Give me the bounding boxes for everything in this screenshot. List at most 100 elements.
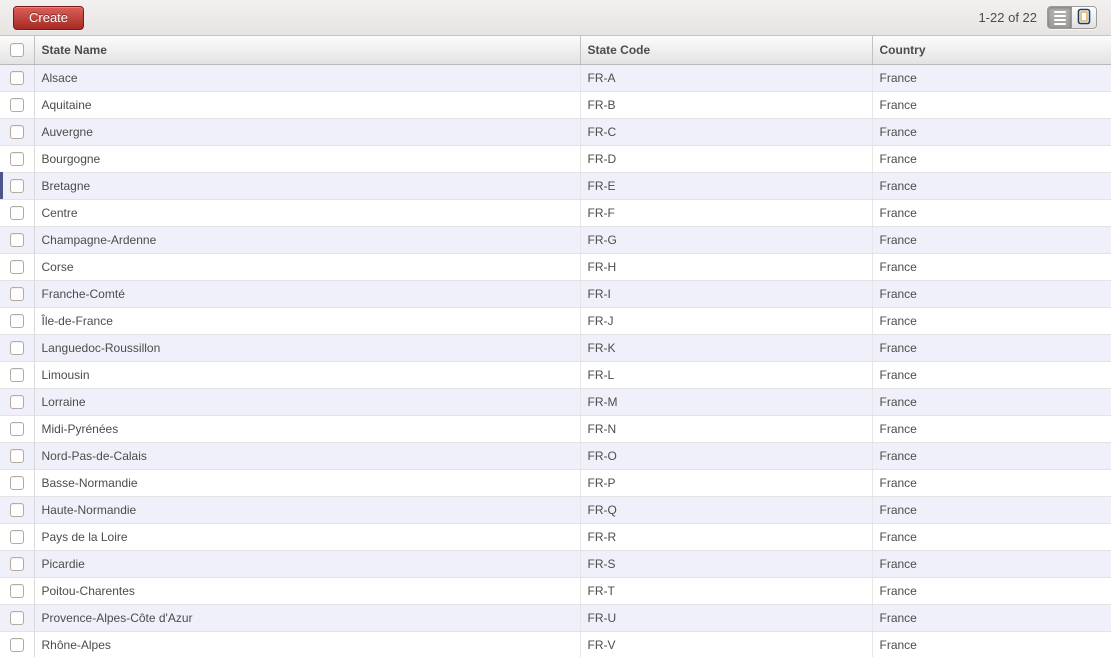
cell-country[interactable]: France <box>871 226 1111 254</box>
cell-state-code[interactable]: FR-P <box>579 469 872 497</box>
cell-state-code[interactable]: FR-U <box>579 604 872 632</box>
cell-country[interactable]: France <box>871 469 1111 497</box>
cell-state-name[interactable]: Alsace <box>33 64 580 92</box>
row-checkbox[interactable] <box>9 151 24 166</box>
cell-state-name[interactable]: Bourgogne <box>33 145 580 173</box>
column-header-country[interactable]: Country <box>871 36 1111 65</box>
cell-state-code[interactable]: FR-L <box>579 361 872 389</box>
cell-state-name[interactable]: Corse <box>33 253 580 281</box>
table-row[interactable]: Bretagne FR-E France <box>0 172 1111 200</box>
cell-state-code[interactable]: FR-R <box>579 523 872 551</box>
row-checkbox[interactable] <box>9 394 24 409</box>
row-checkbox[interactable] <box>9 475 24 490</box>
row-checkbox[interactable] <box>9 70 24 85</box>
row-checkbox[interactable] <box>9 205 24 220</box>
table-row[interactable]: Champagne-Ardenne FR-G France <box>0 226 1111 254</box>
cell-state-name[interactable]: Pays de la Loire <box>33 523 580 551</box>
table-row[interactable]: Pays de la Loire FR-R France <box>0 523 1111 551</box>
table-row[interactable]: Alsace FR-A France <box>0 64 1111 92</box>
cell-state-code[interactable]: FR-J <box>579 307 872 335</box>
cell-country[interactable]: France <box>871 307 1111 335</box>
cell-state-code[interactable]: FR-Q <box>579 496 872 524</box>
cell-state-code[interactable]: FR-V <box>579 631 872 657</box>
row-checkbox[interactable] <box>9 637 24 652</box>
row-checkbox[interactable] <box>9 313 24 328</box>
table-row[interactable]: Rhône-Alpes FR-V France <box>0 631 1111 657</box>
row-checkbox[interactable] <box>9 421 24 436</box>
row-checkbox[interactable] <box>9 259 24 274</box>
column-header-state-code[interactable]: State Code <box>579 36 872 65</box>
cell-country[interactable]: France <box>871 91 1111 119</box>
cell-state-name[interactable]: Île-de-France <box>33 307 580 335</box>
cell-state-name[interactable]: Champagne-Ardenne <box>33 226 580 254</box>
cell-state-name[interactable]: Rhône-Alpes <box>33 631 580 657</box>
cell-state-code[interactable]: FR-E <box>579 172 872 200</box>
row-checkbox[interactable] <box>9 124 24 139</box>
cell-state-name[interactable]: Lorraine <box>33 388 580 416</box>
create-button[interactable]: Create <box>13 5 85 30</box>
cell-country[interactable]: France <box>871 64 1111 92</box>
table-row[interactable]: Bourgogne FR-D France <box>0 145 1111 173</box>
cell-state-code[interactable]: FR-K <box>579 334 872 362</box>
cell-state-code[interactable]: FR-T <box>579 577 872 605</box>
cell-state-code[interactable]: FR-H <box>579 253 872 281</box>
cell-country[interactable]: France <box>871 415 1111 443</box>
cell-state-name[interactable]: Poitou-Charentes <box>33 577 580 605</box>
cell-country[interactable]: France <box>871 631 1111 657</box>
cell-state-name[interactable]: Auvergne <box>33 118 580 146</box>
row-checkbox[interactable] <box>9 286 24 301</box>
cell-state-code[interactable]: FR-F <box>579 199 872 227</box>
cell-state-name[interactable]: Centre <box>33 199 580 227</box>
cell-country[interactable]: France <box>871 145 1111 173</box>
row-checkbox[interactable] <box>9 583 24 598</box>
table-row[interactable]: Île-de-France FR-J France <box>0 307 1111 335</box>
row-checkbox[interactable] <box>9 340 24 355</box>
cell-state-name[interactable]: Aquitaine <box>33 91 580 119</box>
cell-country[interactable]: France <box>871 604 1111 632</box>
table-row[interactable]: Provence-Alpes-Côte d'Azur FR-U France <box>0 604 1111 632</box>
cell-state-code[interactable]: FR-N <box>579 415 872 443</box>
table-row[interactable]: Aquitaine FR-B France <box>0 91 1111 119</box>
table-row[interactable]: Nord-Pas-de-Calais FR-O France <box>0 442 1111 470</box>
cell-state-code[interactable]: FR-C <box>579 118 872 146</box>
cell-country[interactable]: France <box>871 118 1111 146</box>
cell-state-name[interactable]: Basse-Normandie <box>33 469 580 497</box>
cell-state-code[interactable]: FR-O <box>579 442 872 470</box>
cell-country[interactable]: France <box>871 388 1111 416</box>
row-checkbox[interactable] <box>9 448 24 463</box>
column-header-state-name[interactable]: State Name <box>33 36 580 65</box>
cell-country[interactable]: France <box>871 199 1111 227</box>
cell-state-code[interactable]: FR-I <box>579 280 872 308</box>
cell-country[interactable]: France <box>871 550 1111 578</box>
row-checkbox[interactable] <box>9 232 24 247</box>
table-row[interactable]: Limousin FR-L France <box>0 361 1111 389</box>
cell-country[interactable]: France <box>871 442 1111 470</box>
table-row[interactable]: Haute-Normandie FR-Q France <box>0 496 1111 524</box>
row-checkbox[interactable] <box>9 610 24 625</box>
cell-state-name[interactable]: Picardie <box>33 550 580 578</box>
cell-state-name[interactable]: Franche-Comté <box>33 280 580 308</box>
cell-state-name[interactable]: Bretagne <box>33 172 580 200</box>
table-row[interactable]: Basse-Normandie FR-P France <box>0 469 1111 497</box>
cell-state-code[interactable]: FR-M <box>579 388 872 416</box>
cell-country[interactable]: France <box>871 361 1111 389</box>
cell-state-name[interactable]: Provence-Alpes-Côte d'Azur <box>33 604 580 632</box>
cell-country[interactable]: France <box>871 496 1111 524</box>
table-row[interactable]: Centre FR-F France <box>0 199 1111 227</box>
table-row[interactable]: Franche-Comté FR-I France <box>0 280 1111 308</box>
cell-country[interactable]: France <box>871 334 1111 362</box>
cell-state-code[interactable]: FR-S <box>579 550 872 578</box>
form-view-button[interactable] <box>1072 7 1096 28</box>
row-checkbox[interactable] <box>9 529 24 544</box>
row-checkbox[interactable] <box>9 97 24 112</box>
select-all-checkbox[interactable] <box>9 43 24 58</box>
cell-country[interactable]: France <box>871 280 1111 308</box>
cell-country[interactable]: France <box>871 577 1111 605</box>
cell-state-code[interactable]: FR-G <box>579 226 872 254</box>
row-checkbox[interactable] <box>9 367 24 382</box>
table-row[interactable]: Languedoc-Roussillon FR-K France <box>0 334 1111 362</box>
cell-country[interactable]: France <box>871 253 1111 281</box>
cell-state-code[interactable]: FR-B <box>579 91 872 119</box>
cell-state-code[interactable]: FR-D <box>579 145 872 173</box>
table-row[interactable]: Corse FR-H France <box>0 253 1111 281</box>
